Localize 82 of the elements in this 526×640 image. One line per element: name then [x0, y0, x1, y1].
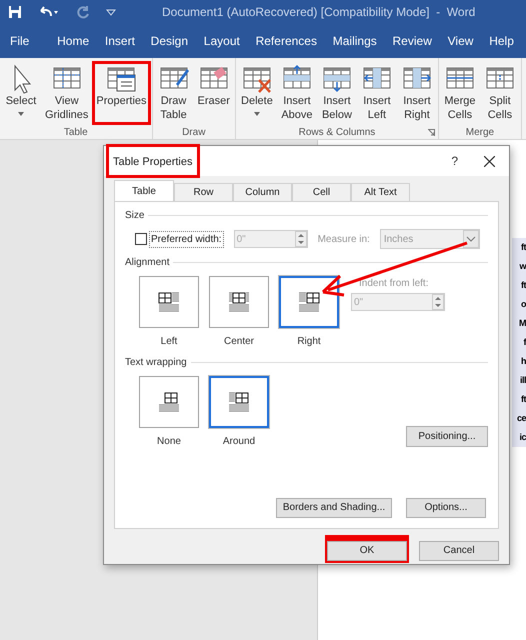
group-label: Rows & Columns — [298, 126, 376, 140]
document-text: M — [519, 317, 526, 330]
menu-tab[interactable]: References — [256, 32, 317, 50]
window-title: Document1 (AutoRecovered) [Compatibility Mode] - Word — [162, 4, 476, 21]
checkbox[interactable] — [135, 233, 147, 245]
dialog-button[interactable]: OK — [327, 540, 407, 560]
option-label: Around — [222, 435, 256, 449]
document-text: ic — [519, 431, 526, 444]
dialog-title: Table Properties — [113, 156, 192, 168]
option-label: Right — [297, 335, 321, 349]
launcher-icon[interactable] — [428, 128, 435, 136]
layout-option[interactable] — [139, 376, 199, 428]
document-text: o — [521, 298, 526, 311]
close-icon[interactable] — [484, 156, 495, 166]
indent-label: Indent from left: — [358, 277, 430, 291]
table-layout-icon — [157, 291, 181, 313]
ribbon-button[interactable]: Delete — [236, 61, 277, 125]
layout-option[interactable] — [279, 276, 339, 328]
document-text: ce — [516, 412, 526, 425]
menu-tab[interactable]: Help — [489, 32, 514, 50]
layout-option[interactable] — [139, 276, 199, 328]
document-text: f — [524, 336, 526, 349]
document-text: ft — [521, 393, 526, 406]
ribbon-button[interactable]: Split Cells — [480, 61, 520, 125]
section-heading: Size — [125, 209, 144, 223]
ribbon-button[interactable]: Insert Left — [356, 61, 397, 125]
positioning-button[interactable]: Positioning... — [406, 426, 488, 447]
document-text: ill — [520, 374, 526, 387]
spinner-icon[interactable] — [432, 294, 444, 310]
ribbon-button[interactable]: Insert Right — [396, 61, 437, 125]
dialog-tab[interactable]: Row — [174, 183, 233, 201]
document-text: ft — [521, 279, 526, 292]
spinner-icon[interactable] — [294, 231, 307, 247]
ribbon-button[interactable]: Insert Above — [276, 61, 317, 125]
chevron-down-icon — [462, 230, 479, 248]
menu-tab[interactable]: Home — [57, 32, 90, 50]
dialog-button[interactable]: Cancel — [419, 540, 499, 560]
table-layout-icon — [157, 391, 181, 413]
dialog-tab[interactable]: Cell — [292, 183, 351, 201]
group-label: Table — [64, 126, 88, 140]
ribbon-button[interactable]: Insert Below — [316, 61, 357, 125]
dialog-tab[interactable]: Alt Text — [351, 183, 410, 201]
group-label: Draw — [182, 126, 206, 140]
ribbon-button[interactable]: Select — [1, 61, 41, 125]
layout-option[interactable] — [209, 276, 269, 328]
menu-tab[interactable]: Layout — [204, 32, 240, 50]
option-label: None — [157, 435, 181, 449]
menu-tab[interactable]: Mailings — [332, 32, 377, 50]
dialog-tab[interactable]: Table — [114, 180, 174, 201]
layout-option[interactable] — [209, 376, 269, 428]
table-layout-icon — [227, 291, 251, 313]
caret-icon — [18, 112, 24, 116]
customize-icon[interactable] — [106, 8, 116, 16]
menu-tab[interactable]: Insert — [104, 32, 135, 50]
redo-icon — [76, 5, 90, 19]
dialog-button[interactable]: Options... — [406, 498, 486, 518]
section-heading: Alignment — [125, 256, 170, 270]
document-text: ft — [521, 241, 526, 254]
checkbox-label: Preferred width: — [149, 230, 224, 248]
dialog-tab[interactable]: Column — [233, 183, 292, 201]
menu-tab[interactable]: Review — [392, 32, 432, 50]
dialog-button[interactable]: Borders and Shading... — [276, 498, 392, 518]
document-text: h — [521, 355, 526, 368]
menu-tab[interactable]: File — [10, 32, 30, 50]
ribbon-button[interactable]: Draw Table — [154, 61, 194, 125]
document-text: w — [519, 260, 526, 273]
measure-label: Measure in: — [318, 232, 370, 246]
ribbon-button[interactable]: Properties — [92, 61, 151, 125]
option-label: Left — [160, 335, 178, 349]
menu-tab[interactable]: Design — [150, 32, 188, 50]
menu-tab[interactable]: View — [448, 32, 474, 50]
ribbon-button[interactable]: View Gridlines — [41, 61, 92, 125]
caret-icon — [254, 112, 260, 116]
group-label: Merge — [466, 126, 494, 140]
table-layout-icon — [297, 291, 321, 313]
option-label: Center — [224, 335, 254, 349]
table-layout-icon — [227, 391, 251, 413]
help-button[interactable]: ? — [451, 152, 458, 170]
section-heading: Text wrapping — [125, 356, 187, 370]
undo-icon[interactable] — [38, 5, 60, 19]
ribbon-button[interactable]: Eraser — [194, 61, 234, 125]
ribbon-button[interactable]: Merge Cells — [440, 61, 480, 125]
